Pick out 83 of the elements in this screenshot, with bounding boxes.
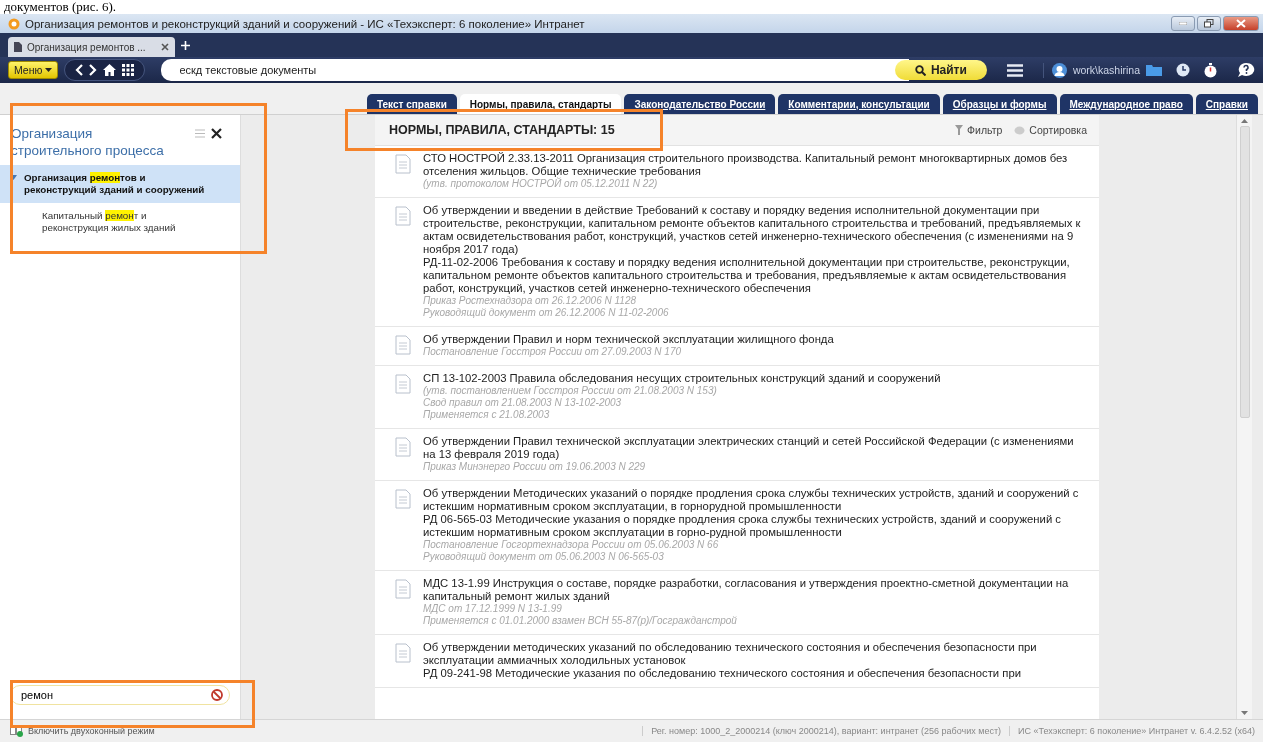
grid-icon[interactable]: [122, 64, 135, 76]
document-icon: [395, 335, 411, 355]
document-icon: [395, 374, 411, 394]
document-title[interactable]: Об утверждении Правил и норм технической эксплуатации жилищного фонда: [423, 333, 1083, 346]
two-window-icon: [10, 725, 24, 737]
section-tab[interactable]: Справки: [1195, 94, 1258, 114]
scroll-up-icon[interactable]: [1241, 119, 1248, 123]
document-note: МДС от 17.12.1999 N 13-1.99: [423, 603, 563, 615]
menu-icon[interactable]: [1006, 63, 1023, 77]
document-note: (утв. постановлением Госстроя России от 21.08.2003 N 153): [423, 385, 718, 397]
scrollbar-thumb[interactable]: [1239, 126, 1250, 418]
two-window-mode-link[interactable]: Включить двухоконный режим: [10, 725, 155, 737]
caret-icon: [45, 68, 53, 72]
minimize-icon: [1179, 22, 1187, 25]
scroll-down-icon[interactable]: [1241, 711, 1248, 715]
search-field[interactable]: ескд текстовые документы: [161, 59, 909, 81]
registration-info: Рег. номер: 1000_2_2000214 (ключ 2000214), вариант: интранет (256 рабочих мест): [642, 726, 1010, 736]
menu-button[interactable]: Меню: [8, 61, 59, 79]
document-note: Свод правил от 21.08.2003 N 13-102-2003: [423, 397, 623, 409]
document-note: Приказ Минэнерго России от 19.06.2003 N 229: [423, 461, 647, 473]
section-tab[interactable]: Образцы и формы: [942, 94, 1057, 114]
document-title[interactable]: СП 13-102-2003 Правила обследования несущих строительных конструкций зданий и сооружений: [423, 372, 1083, 385]
document-note: Постановление Госстроя России от 27.09.2003 N 170: [423, 346, 683, 358]
document-note: Руководящий документ от 05.06.2003 N 06-565-03: [423, 551, 665, 563]
document-title[interactable]: РД-11-02-2006 Требования к составу и порядку ведения исполнительной документации при строительстве, реконструкции, капитальном ремонте объектов капитального строительства и требования, предъявляемые к актам освидетельствования работ, конструкций, участков сетей инженерно-технического обеспечения: [423, 256, 1083, 295]
forward-icon[interactable]: [89, 64, 98, 76]
results-heading: НОРМЫ, ПРАВИЛА, СТАНДАРТЫ: 15: [389, 123, 616, 137]
app-logo-icon: [8, 17, 20, 30]
folder-icon[interactable]: [1146, 64, 1162, 76]
help-icon[interactable]: [1237, 62, 1255, 78]
document-icon: [395, 579, 411, 599]
window-title: Организация ремонтов и реконструкций зданий и сооружений - ИС «Техэксперт: 6 поколение» Интранет: [25, 17, 586, 30]
search-icon: [914, 64, 926, 76]
document-note: Постановление Госгортехнадзора России от 05.06.2003 N 66: [423, 539, 720, 551]
panel-title: Организация строительного процесса: [11, 125, 165, 159]
tree-item[interactable]: Капитальный ремонт и реконструкция жилых зданий: [0, 203, 240, 241]
section-tab[interactable]: Международное право: [1059, 94, 1193, 114]
document-note: Руководящий документ от 26.12.2006 N 11-02-2006: [423, 307, 670, 319]
close-tab-icon[interactable]: [160, 43, 169, 51]
document-title[interactable]: МДС 13-1.99 Инструкция о составе, порядке разработки, согласования и утверждения проектно-сметной документации на капитальный ремонт жилых зданий: [423, 577, 1083, 603]
section-tab[interactable]: Комментарии, консультации: [778, 94, 940, 114]
home-icon[interactable]: [103, 64, 117, 76]
document-note: Применяется с 21.08.2003: [423, 409, 551, 421]
document-title[interactable]: Об утверждении и введении в действие Требований к составу и порядку ведения исполнительной документации при строительстве, реконструкции, капитальном ремонте объектов капитального строительства и требований, предъявляемых к актам освидетельствования работ, конструкций, участков сетей инженерно-технического обеспечения (с изменениями на 9 ноября 2017 года): [423, 204, 1083, 256]
restore-icon: [1204, 19, 1214, 28]
stopwatch-icon[interactable]: [1204, 62, 1217, 78]
close-icon: [1236, 19, 1246, 28]
clear-icon[interactable]: [211, 689, 223, 701]
new-tab-icon[interactable]: [180, 40, 190, 50]
user-icon[interactable]: [1051, 62, 1067, 78]
document-icon: [395, 489, 411, 509]
funnel-icon: [955, 125, 964, 135]
document-icon: [395, 154, 411, 174]
browser-tab[interactable]: Организация ремонтов ...: [8, 37, 175, 57]
document-icon: [395, 206, 411, 226]
document-note: Применяется с 01.01.2000 взамен ВСН 55-87(р)/Госгражданстрой: [423, 615, 738, 627]
section-tab[interactable]: Нормы, правила, стандарты: [459, 94, 622, 114]
section-tab[interactable]: Текст справки: [366, 94, 457, 114]
close-button[interactable]: [1223, 16, 1259, 31]
document-title[interactable]: СТО НОСТРОЙ 2.33.13-2011 Организация строительного производства. Капитальный ремонт многоквартирных домов без отселения жильцов. Общие технические требования: [423, 152, 1083, 178]
sort-button[interactable]: Сортировка: [1014, 124, 1087, 136]
document-title[interactable]: Об утверждении Методических указаний о порядке продления срока службы технических устройств, зданий и сооружений с истекшим нормативным сроком эксплуатации, в горнорудной промышленности: [423, 487, 1083, 513]
document-icon: [395, 437, 411, 457]
section-tab[interactable]: Законодательство России: [624, 94, 776, 114]
tree-item-label: Капитальный ремонт и реконструкция жилых зданий: [42, 210, 177, 234]
document-note: (утв. протоколом НОСТРОЙ от 05.12.2011 N 22): [423, 178, 658, 190]
close-icon[interactable]: [211, 128, 222, 139]
document-title[interactable]: РД 06-565-03 Методические указания о порядке продления срока службы технических устройств, зданий и сооружений с истекшим нормативным сроком эксплуатации в горно-рудной промышленности: [423, 513, 1083, 539]
document-caption: документов (рис. 6).: [3, 0, 118, 14]
clock-icon[interactable]: [1176, 63, 1190, 77]
version-info: ИС «Техэксперт: 6 поколение» Интранет v. 6.4.2.52 (x64): [1009, 726, 1263, 736]
user-name: work\kashirina: [1072, 64, 1140, 76]
page-icon: [14, 42, 22, 52]
document-note: Приказ Ростехнадзора от 26.12.2006 N 1128: [423, 295, 638, 307]
document-icon: [395, 643, 411, 663]
document-title[interactable]: Об утверждении методических указаний по обследованию технического состояния и обеспечения безопасности при эксплуатации аммиачных холодильных установок: [423, 641, 1083, 667]
restore-button[interactable]: [1197, 16, 1221, 31]
document-title[interactable]: Об утверждении Правил технической эксплуатации электрических станций и сетей Российской Федерации (с изменениями на 13 февраля 2019 года): [423, 435, 1083, 461]
document-title[interactable]: РД 09-241-98 Методические указания по обследованию технического состояния и обеспечения безопасности при: [423, 667, 1083, 680]
filter-field[interactable]: ремон: [10, 685, 230, 705]
back-icon[interactable]: [75, 64, 84, 76]
expand-arrow-icon[interactable]: [10, 174, 17, 181]
filter-button[interactable]: Фильтр: [955, 124, 1003, 136]
